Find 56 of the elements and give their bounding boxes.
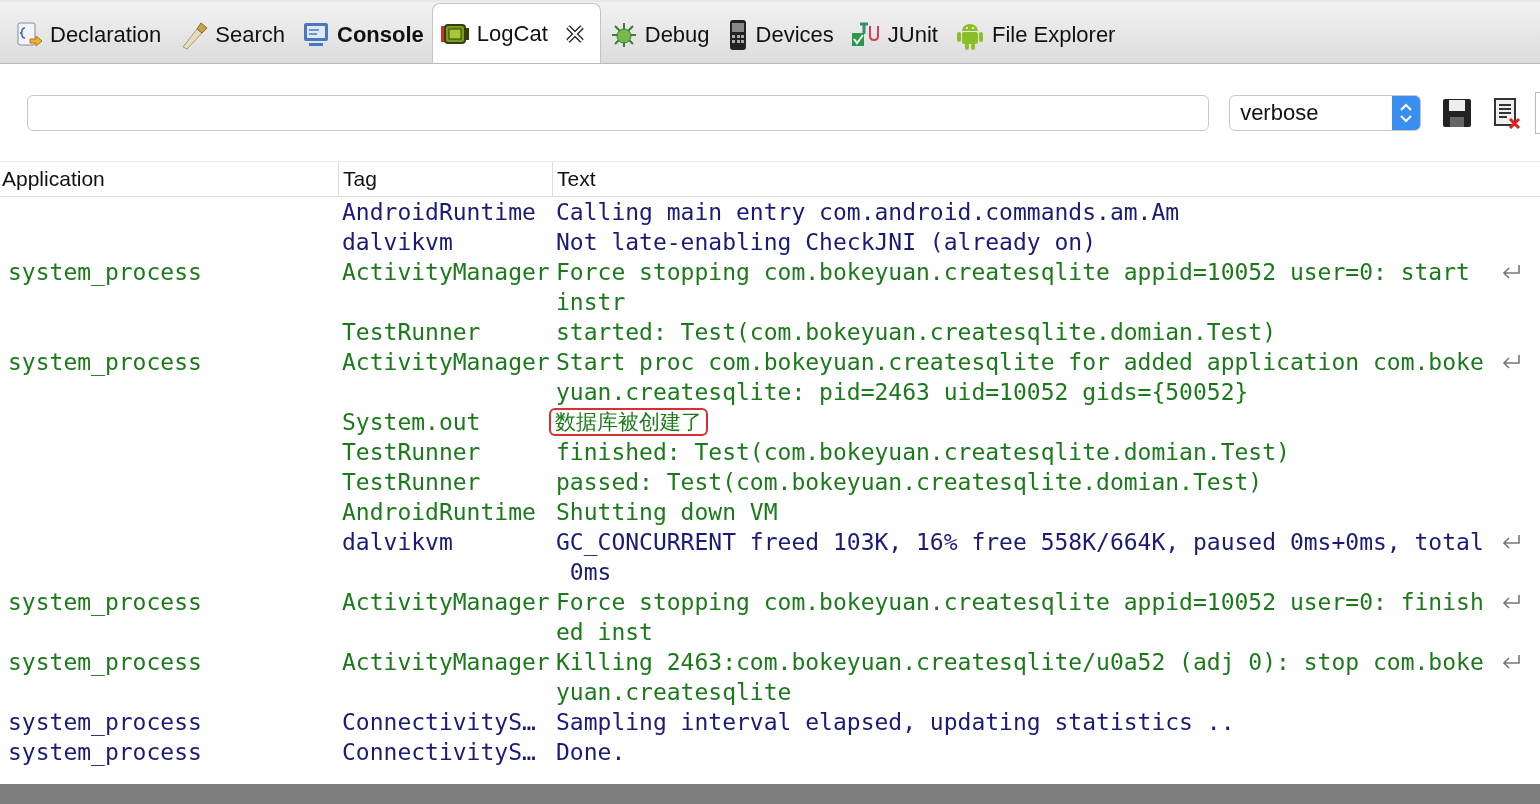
message-cell-text: Not late-enabling CheckJNI (already on)	[556, 228, 1097, 257]
stepper-icon[interactable]	[1392, 95, 1420, 130]
message-cell-text: Start proc com.bokeyuan.createsqlite for added application com.boke yuan.createsqlite: pid=2463 uid=10052 gids={50052}	[556, 348, 1484, 407]
tab[interactable]: Console	[293, 7, 432, 63]
tag-cell: ActivityManager	[342, 349, 550, 375]
wrap-icon	[1500, 533, 1522, 551]
tab[interactable]: JUnit	[841, 7, 946, 63]
highlighted-message: 数据库被创建了	[549, 408, 708, 436]
tag-cell: AndroidRuntime	[342, 199, 536, 225]
column-header[interactable]: Text	[552, 162, 1540, 196]
application-cell: system_process	[8, 709, 202, 735]
application-cell: system_process	[8, 259, 202, 285]
application-cell: system_process	[8, 649, 202, 675]
tag-cell: dalvikvm	[342, 529, 453, 555]
tab[interactable]: Declaration	[6, 7, 170, 63]
tab[interactable]: Search	[169, 7, 293, 63]
tag-cell: ActivityManager	[342, 259, 550, 285]
clear-log-icon[interactable]	[1493, 96, 1521, 129]
tag-cell: ActivityManager	[342, 649, 550, 675]
message-cell-text: GC_CONCURRENT freed 103K, 16% free 558K/664K, paused 0ms+0ms, total 0ms	[556, 528, 1484, 587]
wrap-icon	[1500, 263, 1522, 281]
message-cell-text: passed: Test(com.bokeyuan.createsqlite.domian.Test)	[556, 468, 1263, 497]
filter-field[interactable]	[27, 94, 1210, 131]
message-cell-text: started: Test(com.bokeyuan.createsqlite.domian.Test)	[556, 318, 1277, 347]
tag-cell: AndroidRuntime	[342, 499, 536, 525]
close-icon[interactable]	[563, 22, 586, 45]
tag-cell: ConnectivityS…	[342, 709, 536, 735]
tab[interactable]: Devices	[717, 7, 842, 63]
tab[interactable]: LogCat	[431, 3, 601, 63]
tag-cell: TestRunner	[342, 439, 481, 465]
document-icon	[14, 20, 44, 50]
application-cell: system_process	[8, 739, 202, 765]
message-cell-text: Calling main entry com.android.commands.am.Am	[556, 198, 1180, 227]
save-icon[interactable]	[1441, 96, 1473, 129]
log-level-dropdown[interactable]: verbose	[1229, 94, 1421, 131]
application-cell: system_process	[8, 589, 202, 615]
column-header[interactable]: Tag	[338, 162, 552, 196]
message-cell-text: Force stopping com.bokeyuan.createsqlite appid=10052 user=0: finish ed inst	[556, 588, 1484, 647]
tag-cell: TestRunner	[342, 469, 481, 495]
message-cell-text: Sampling interval elapsed, updating statistics ..	[556, 708, 1235, 737]
tab[interactable]: File Explorer	[945, 7, 1124, 63]
tab[interactable]: Debug	[600, 7, 718, 63]
tag-cell: dalvikvm	[342, 229, 453, 255]
message-cell-text: Killing 2463:com.bokeyuan.createsqlite/u0a52 (adj 0): stop com.boke yuan.createsqlite	[556, 648, 1484, 707]
message-cell-text: finished: Test(com.bokeyuan.createsqlite.domian.Test)	[556, 438, 1290, 467]
tag-cell: TestRunner	[342, 319, 481, 345]
message-cell-text: Done.	[556, 738, 626, 767]
message-cell-text: Shutting down VM	[556, 498, 778, 527]
application-cell: system_process	[8, 349, 202, 375]
wrap-icon	[1500, 593, 1522, 611]
wrap-icon	[1500, 653, 1522, 671]
tag-cell: System.out	[342, 409, 481, 435]
wrap-icon	[1500, 353, 1522, 371]
tag-cell: ConnectivityS…	[342, 739, 536, 765]
tag-cell: ActivityManager	[342, 589, 550, 615]
column-header[interactable]: Application	[0, 162, 338, 196]
